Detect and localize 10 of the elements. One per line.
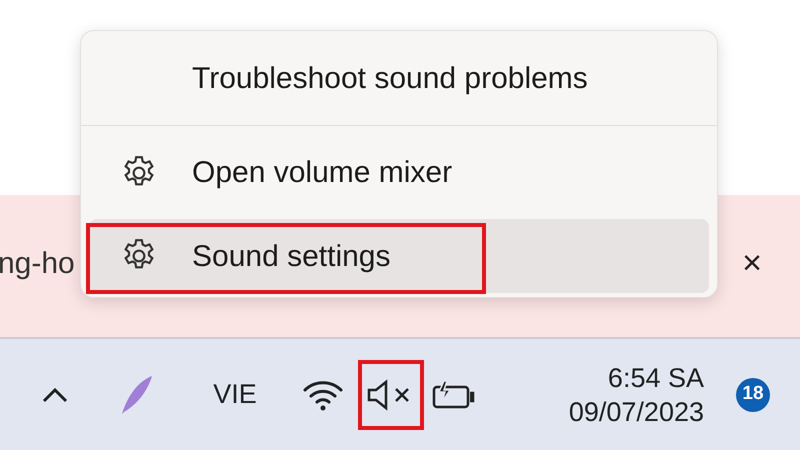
clock-time[interactable]: 6:54 SA bbox=[608, 360, 704, 394]
close-button[interactable]: × bbox=[732, 243, 772, 283]
chevron-up-icon[interactable] bbox=[41, 386, 69, 404]
clock-date[interactable]: 09/07/2023 bbox=[568, 394, 704, 428]
banner-text: ng-ho bbox=[0, 246, 75, 282]
notification-badge[interactable]: 18 bbox=[736, 378, 770, 412]
menu-item[interactable]: Open volume mixer bbox=[89, 126, 709, 219]
menu-item[interactable]: Sound settings bbox=[89, 219, 709, 293]
menu-item[interactable]: Troubleshoot sound problems bbox=[89, 31, 709, 125]
language-indicator[interactable]: VIE bbox=[213, 374, 257, 415]
